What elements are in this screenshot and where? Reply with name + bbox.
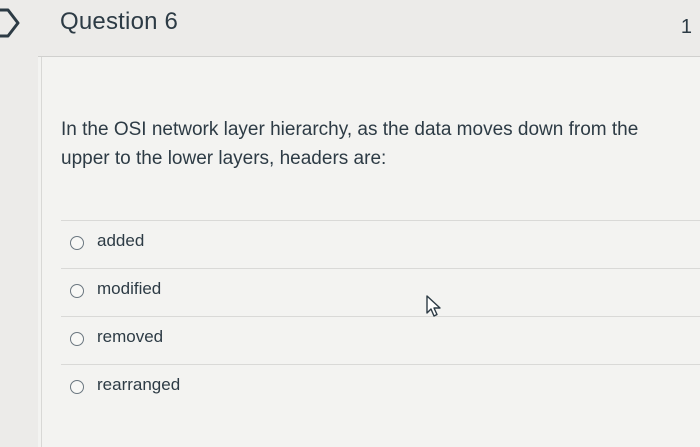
radio-button-icon[interactable] [70,284,84,298]
flag-icon[interactable] [0,8,22,38]
answer-label[interactable]: removed [97,327,163,347]
answer-option-rearranged[interactable]: rearranged [61,364,700,412]
radio-button-icon[interactable] [70,332,84,346]
answer-label[interactable]: added [97,231,144,251]
answer-label[interactable]: rearranged [97,375,180,395]
body-divider [41,57,42,447]
answer-option-added[interactable]: added [61,220,700,268]
answer-option-modified[interactable]: modified [61,268,700,316]
question-points: 1 [680,16,692,38]
answer-list: added modified removed rearranged [61,220,700,412]
radio-button-icon[interactable] [70,236,84,250]
question-text: In the OSI network layer hierarchy, as t… [61,119,639,169]
radio-button-icon[interactable] [70,380,84,394]
question-header: Question 6 1 [38,0,700,57]
answer-label[interactable]: modified [97,279,161,299]
question-title: Question 6 [60,8,179,35]
mouse-pointer-icon [426,295,441,317]
question-card: Question 6 1 In the OSI network layer hi… [38,0,700,447]
question-body: In the OSI network layer hierarchy, as t… [38,57,700,447]
answer-option-removed[interactable]: removed [61,316,700,364]
question-nav-strip [0,0,39,447]
